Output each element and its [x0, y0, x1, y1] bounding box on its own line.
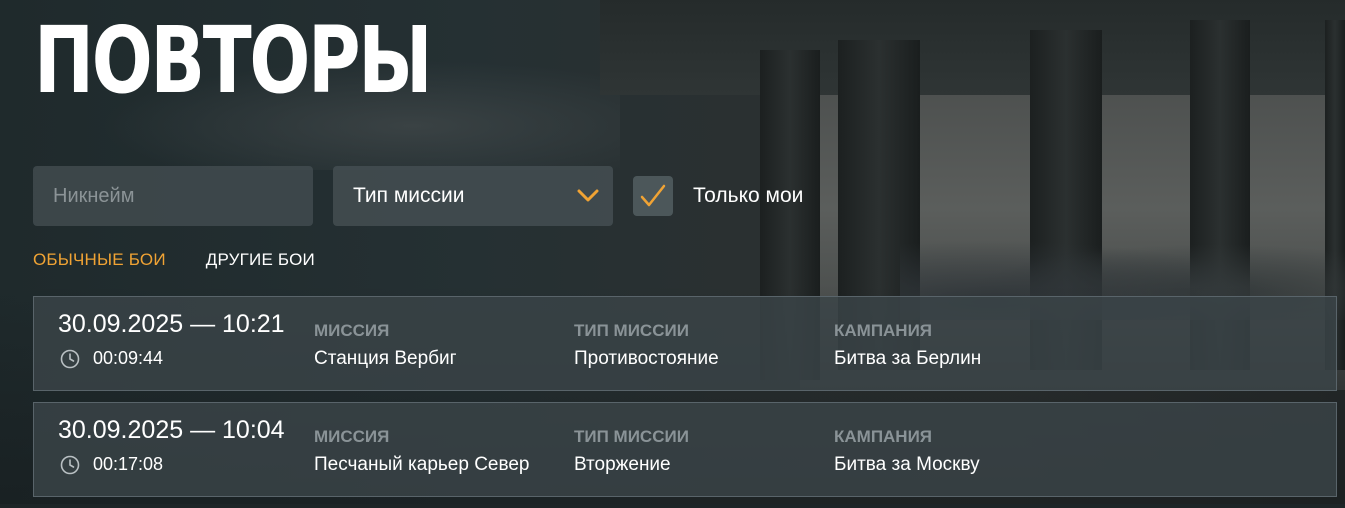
mission-field: МИССИЯ Станция Вербиг: [314, 321, 457, 370]
campaign-label: КАМПАНИЯ: [834, 427, 933, 446]
mission-type-value: Вторжение: [574, 454, 671, 475]
tab-regular-battles[interactable]: ОБЫЧНЫЕ БОИ: [33, 250, 166, 270]
replay-list: 30.09.2025 — 10:21 00:09:44 МИССИЯ Станц…: [33, 296, 1337, 508]
page-title: ПОВТОРЫ: [34, 7, 433, 114]
tab-other-battles[interactable]: ДРУГИЕ БОИ: [206, 250, 315, 270]
chevron-down-icon: [575, 183, 601, 209]
replay-duration-value: 00:09:44: [93, 348, 164, 368]
checkmark-icon: [639, 183, 667, 209]
replay-row[interactable]: 30.09.2025 — 10:21 00:09:44 МИССИЯ Станц…: [33, 296, 1337, 391]
only-mine-label: Только мои: [693, 184, 804, 207]
campaign-field: КАМПАНИЯ Битва за Берлин: [834, 321, 981, 370]
mission-type-select-value: Тип миссии: [353, 184, 465, 207]
mission-value: Станция Вербиг: [314, 348, 457, 369]
mission-label: МИССИЯ: [314, 427, 390, 446]
clock-icon: [60, 455, 80, 475]
mission-type-field: ТИП МИССИИ Противостояние: [574, 321, 719, 370]
mission-type-field: ТИП МИССИИ Вторжение: [574, 427, 689, 476]
clock-icon: [60, 349, 80, 369]
replay-duration-value: 00:17:08: [93, 454, 164, 474]
mission-type-select[interactable]: Тип миссии: [333, 166, 613, 226]
campaign-value: Битва за Москву: [834, 454, 980, 475]
nickname-input[interactable]: [33, 166, 313, 226]
replay-datetime: 30.09.2025 — 10:04: [58, 416, 285, 444]
replay-row[interactable]: 30.09.2025 — 10:04 00:17:08 МИССИЯ Песча…: [33, 402, 1337, 497]
mission-type-label: ТИП МИССИИ: [574, 427, 689, 446]
replay-duration: 00:17:08: [60, 454, 163, 475]
mission-type-value: Противостояние: [574, 348, 719, 369]
filters-bar: Тип миссии Только мои: [33, 166, 803, 226]
replay-datetime: 30.09.2025 — 10:21: [58, 310, 285, 338]
only-mine-checkbox[interactable]: [633, 176, 673, 216]
campaign-value: Битва за Берлин: [834, 348, 982, 369]
campaign-label: КАМПАНИЯ: [834, 321, 933, 340]
replay-duration: 00:09:44: [60, 348, 163, 369]
only-mine-toggle[interactable]: Только мои: [633, 176, 803, 216]
campaign-field: КАМПАНИЯ Битва за Москву: [834, 427, 980, 476]
mission-label: МИССИЯ: [314, 321, 390, 340]
battle-tabs: ОБЫЧНЫЕ БОИ ДРУГИЕ БОИ: [33, 250, 315, 270]
mission-field: МИССИЯ Песчаный карьер Север: [314, 427, 530, 476]
mission-value: Песчаный карьер Север: [314, 454, 530, 475]
mission-type-label: ТИП МИССИИ: [574, 321, 689, 340]
